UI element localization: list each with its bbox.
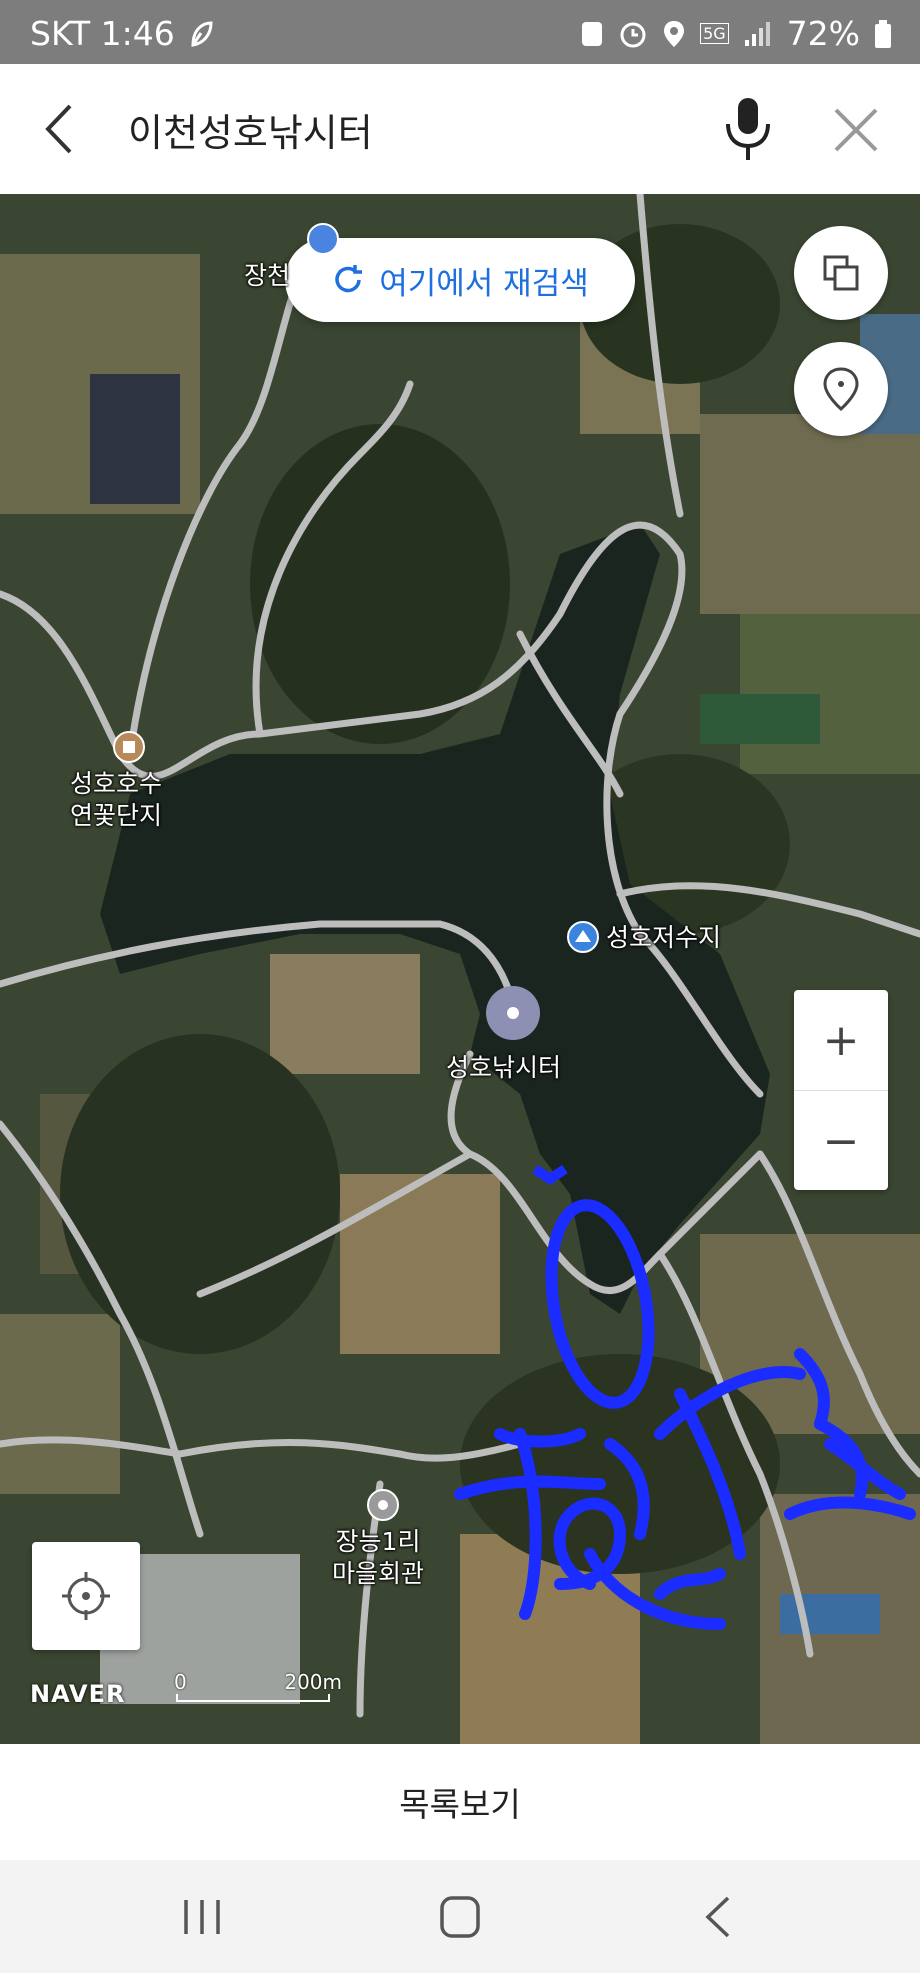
- scale-line: [176, 1694, 330, 1702]
- refresh-icon: [335, 265, 363, 293]
- zoom-out-button[interactable]: −: [794, 1090, 888, 1191]
- network-type: 5G: [700, 23, 729, 44]
- village-hall-label[interactable]: 장능1리 마을회관: [332, 1526, 424, 1590]
- scale-end: 200m: [284, 1670, 342, 1694]
- home-icon[interactable]: [430, 1892, 490, 1942]
- location-icon: [664, 20, 685, 47]
- location-pin-icon: [823, 367, 859, 411]
- search-bar: 이천성호낚시터: [0, 64, 920, 194]
- carrier-time: SKT 1:46: [30, 14, 175, 53]
- village-hall-label-line1: 장능1리: [335, 1527, 421, 1556]
- selected-place-marker[interactable]: [484, 984, 542, 1042]
- app-notification-icon: [582, 21, 603, 46]
- scale-start: 0: [174, 1670, 187, 1694]
- zoom-in-button[interactable]: +: [794, 990, 888, 1090]
- place-pin-button[interactable]: [794, 342, 888, 436]
- back-arrow-icon[interactable]: [36, 102, 86, 156]
- battery-icon: [875, 19, 891, 48]
- lotus-park-label-line1: 성호호수: [70, 769, 163, 798]
- reservoir-label[interactable]: 성호저수지: [606, 922, 721, 954]
- crosshair-icon: [62, 1572, 110, 1620]
- landmark-marker-icon[interactable]: [112, 730, 146, 764]
- list-view-button[interactable]: 목록보기: [0, 1744, 920, 1860]
- lotus-park-label-line2: 연꽃단지: [70, 801, 163, 830]
- system-navigation-bar: [0, 1860, 920, 1973]
- search-query[interactable]: 이천성호낚시터: [128, 102, 373, 157]
- research-label: 여기에서 재검색: [379, 265, 589, 302]
- naver-logo: NAVER: [30, 1680, 126, 1708]
- signal-icon: [744, 21, 770, 46]
- leaf-icon: [191, 20, 213, 47]
- recent-apps-icon[interactable]: [172, 1892, 232, 1942]
- status-bar: SKT 1:46 5G 72%: [0, 0, 920, 64]
- village-hall-label-line2: 마을회관: [332, 1559, 425, 1588]
- water-marker-icon[interactable]: [566, 920, 600, 954]
- zoom-controls: + −: [794, 990, 888, 1190]
- scale-bar: 0 200m: [174, 1670, 342, 1702]
- current-location-button[interactable]: [32, 1542, 140, 1650]
- back-icon[interactable]: [688, 1892, 748, 1942]
- alarm-icon: [620, 22, 646, 47]
- poi-label-partial: 장천: [244, 261, 291, 290]
- fishing-spot-label[interactable]: 성호낚시터: [446, 1052, 561, 1084]
- layers-icon: [823, 255, 859, 291]
- poi-marker-partial: [307, 223, 339, 255]
- battery-percent: 72%: [786, 14, 860, 53]
- satellite-imagery: [0, 194, 920, 1744]
- lotus-park-label[interactable]: 성호호수 연꽃단지: [70, 768, 162, 832]
- satellite-map[interactable]: 여기에서 재검색 장천 + − 성호호수 연꽃단지 성호저수지 성호낚시터 장능…: [0, 194, 920, 1744]
- layers-button[interactable]: [794, 226, 888, 320]
- close-icon[interactable]: [832, 106, 880, 154]
- building-marker-icon[interactable]: [366, 1488, 400, 1522]
- microphone-icon[interactable]: [718, 94, 778, 164]
